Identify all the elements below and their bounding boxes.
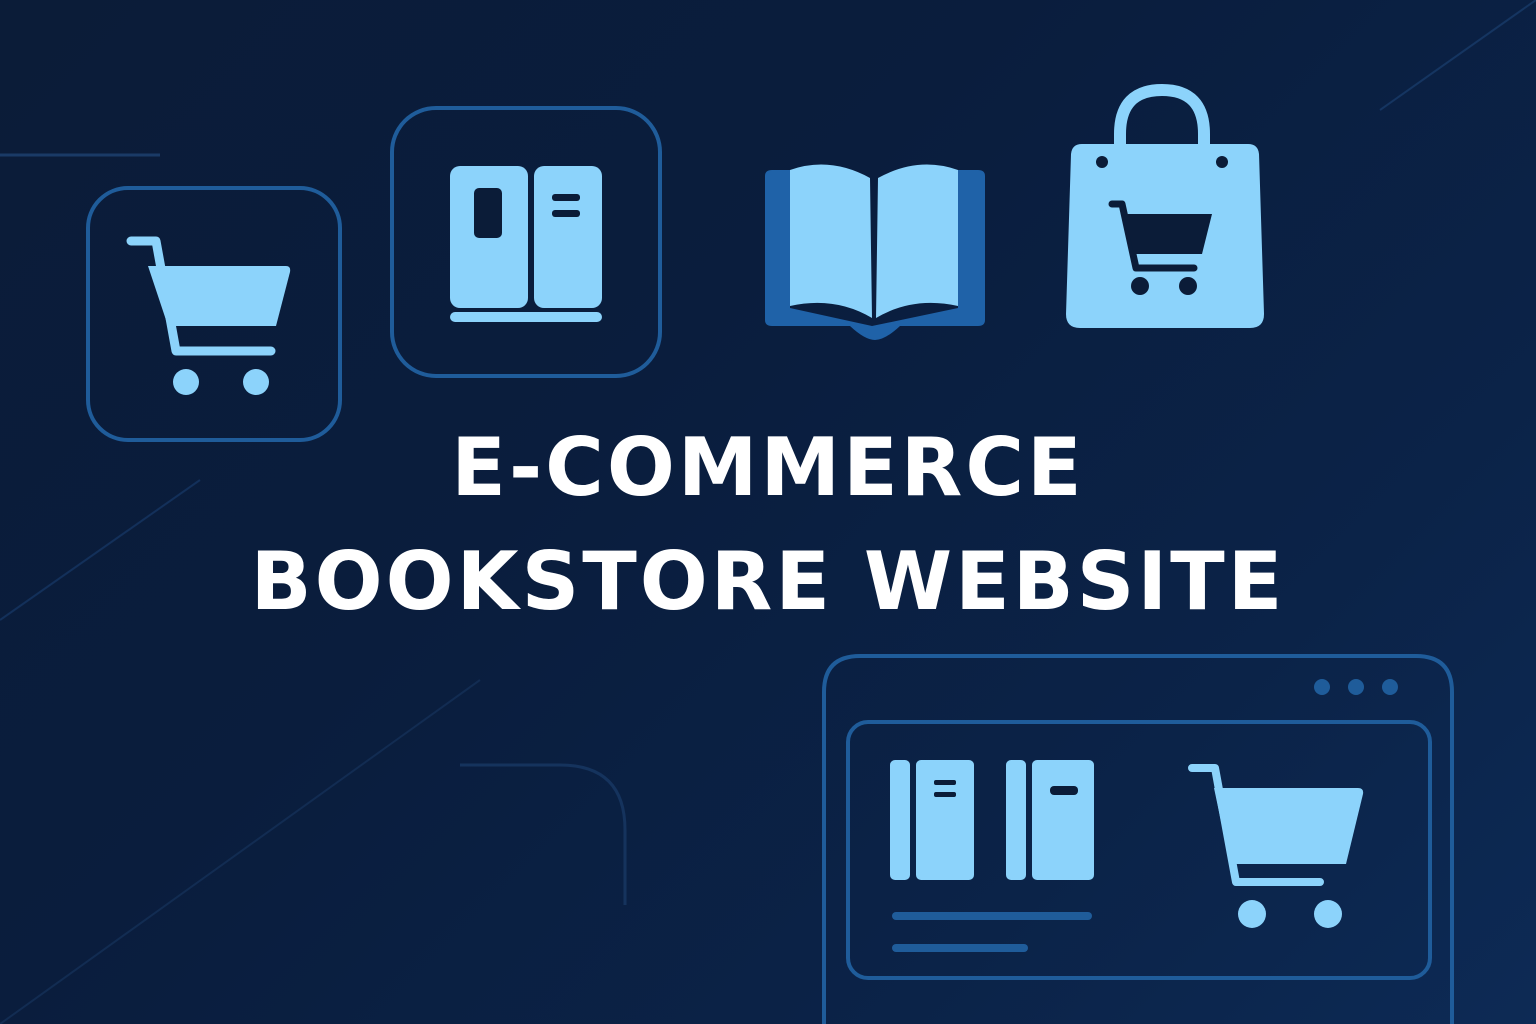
shopping-cart-icon — [1188, 764, 1364, 928]
open-book-icon — [765, 164, 985, 340]
accent-curve — [460, 763, 627, 905]
headline-line-1: E-COMMERCE — [451, 421, 1085, 514]
shopping-bag-icon — [1066, 83, 1264, 328]
text-placeholder-line — [892, 944, 1028, 952]
accent-line — [1379, 0, 1536, 111]
text-placeholder-line — [892, 912, 1092, 920]
browser-window-icon — [822, 654, 1454, 1024]
accent-line — [0, 679, 481, 1024]
books-icon — [390, 106, 662, 378]
window-dot — [1382, 679, 1398, 695]
headline-line-2: BOOKSTORE WEBSITE — [250, 535, 1286, 628]
window-dot — [1348, 679, 1364, 695]
window-dot — [1314, 679, 1330, 695]
shopping-cart-icon — [86, 186, 342, 442]
books-icon — [890, 760, 1094, 880]
